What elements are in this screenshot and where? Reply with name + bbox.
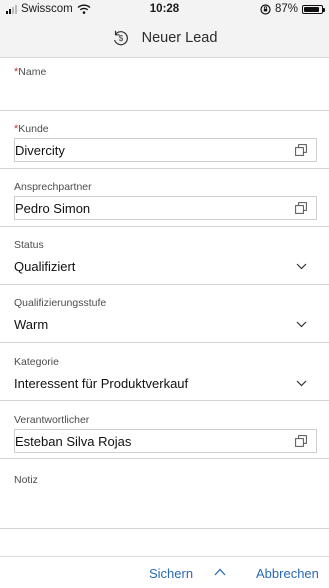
- notiz-label: Notiz: [14, 474, 38, 486]
- value-help-icon[interactable]: [295, 144, 307, 156]
- kunde-label: Kunde: [18, 123, 49, 135]
- qualifizierungsstufe-select[interactable]: Qualifizierungsstufe Warm: [0, 285, 329, 343]
- battery-percent: 87%: [274, 3, 298, 15]
- status-value: Qualifiziert: [14, 259, 76, 274]
- ansprechpartner-value: Pedro Simon: [15, 201, 91, 216]
- value-help-icon[interactable]: [295, 202, 307, 214]
- header: $ Neuer Lead: [0, 19, 329, 58]
- name-field[interactable]: *Name: [0, 57, 329, 111]
- notiz-field[interactable]: Notiz: [0, 459, 329, 529]
- battery-icon: [302, 4, 325, 14]
- name-label-wrap: *Name: [14, 66, 46, 78]
- battery-fill: [304, 6, 319, 12]
- verantwortlicher-input[interactable]: Esteban Silva Rojas: [14, 429, 317, 453]
- kunde-value: Divercity: [15, 143, 65, 158]
- footer-toolbar: Sichern Abbrechen: [0, 556, 329, 588]
- qualifizierungsstufe-value: Warm: [14, 317, 49, 332]
- page-title: Neuer Lead: [141, 30, 218, 46]
- value-help-icon[interactable]: [295, 435, 307, 447]
- orientation-lock-icon: [260, 3, 271, 15]
- status-right: 87%: [260, 3, 325, 15]
- chevron-down-icon[interactable]: [296, 380, 307, 387]
- kategorie-value: Interessent für Produktverkauf: [14, 376, 189, 391]
- chevron-up-icon[interactable]: [214, 568, 226, 576]
- status-select[interactable]: Status Qualifiziert: [0, 227, 329, 285]
- kunde-label-wrap: *Kunde: [14, 123, 49, 135]
- status-label: Status: [14, 239, 44, 251]
- save-button[interactable]: Sichern: [149, 566, 193, 581]
- cancel-button[interactable]: Abbrechen: [256, 566, 319, 581]
- kunde-input[interactable]: Divercity: [14, 138, 317, 162]
- ansprechpartner-label: Ansprechpartner: [14, 181, 92, 193]
- svg-text:$: $: [118, 34, 123, 43]
- status-bar: Swisscom 10:28 87%: [0, 0, 329, 19]
- verantwortlicher-label: Verantwortlicher: [14, 414, 90, 426]
- verantwortlicher-field: Verantwortlicher Esteban Silva Rojas: [0, 401, 329, 459]
- kunde-field: *Kunde Divercity: [0, 111, 329, 169]
- qualifizierungsstufe-label: Qualifizierungsstufe: [14, 297, 107, 309]
- kategorie-select[interactable]: Kategorie Interessent für Produktverkauf: [0, 343, 329, 401]
- chevron-down-icon[interactable]: [296, 321, 307, 328]
- lead-icon: $: [113, 30, 128, 46]
- kategorie-label: Kategorie: [14, 356, 59, 368]
- chevron-down-icon[interactable]: [296, 263, 307, 270]
- name-label: Name: [18, 66, 47, 78]
- verantwortlicher-value: Esteban Silva Rojas: [15, 434, 132, 449]
- ansprechpartner-input[interactable]: Pedro Simon: [14, 196, 317, 220]
- ansprechpartner-field: Ansprechpartner Pedro Simon: [0, 169, 329, 227]
